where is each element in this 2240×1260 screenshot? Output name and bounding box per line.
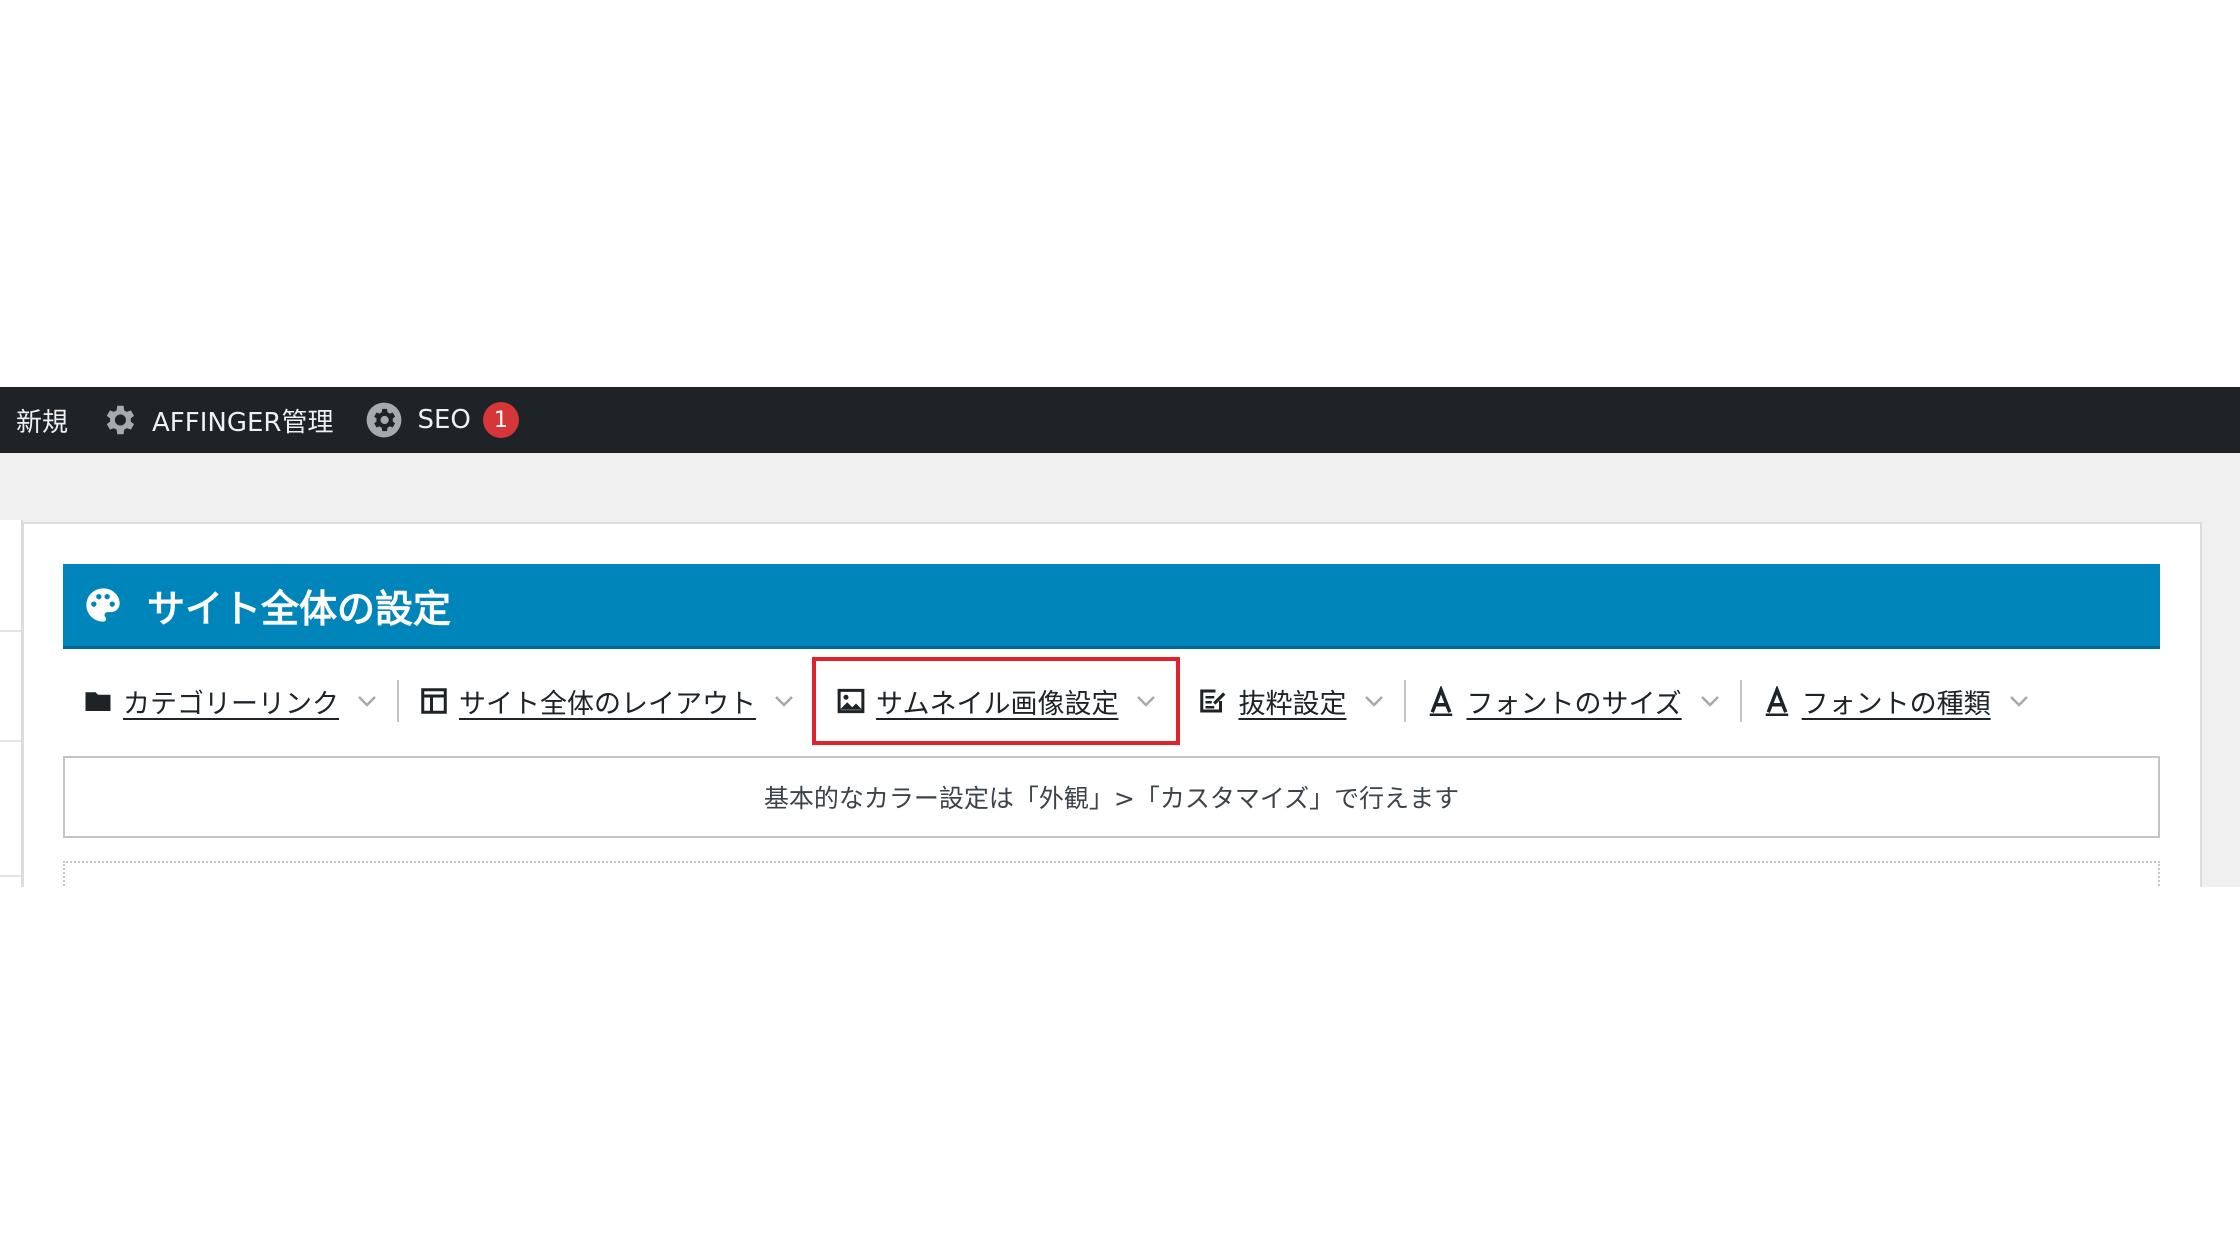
tab-label: サムネイル画像設定: [876, 688, 1119, 720]
tab-font-family[interactable]: フォントの種類: [1742, 661, 2049, 741]
tab-label: フォントのサイズ: [1466, 688, 1682, 720]
settings-tabs: カテゴリーリンク サイト全体のレイアウト サムネイル画像設定 抜粋設定 フォント…: [63, 646, 2160, 756]
notice-text: 基本的なカラー設定は「外観」>「カスタマイズ」で行えます: [763, 784, 1460, 813]
tab-font-size[interactable]: フォントのサイズ: [1406, 661, 1739, 741]
tab-excerpt-settings[interactable]: 抜粋設定: [1178, 661, 1404, 741]
seo-gear-icon: [367, 402, 402, 438]
notification-badge: 1: [482, 402, 519, 438]
palette-icon: [86, 588, 120, 622]
folder-icon: [85, 692, 111, 711]
admin-bar-affinger[interactable]: AFFINGER管理: [84, 387, 349, 453]
sidebar-divider: [0, 875, 21, 877]
sidebar-strip: [0, 520, 23, 887]
color-settings-notice: 基本的なカラー設定は「外観」>「カスタマイズ」で行えます: [63, 756, 2160, 838]
admin-bar-new-label: 新規: [16, 407, 69, 438]
admin-bar-new[interactable]: 新規: [0, 387, 84, 453]
tab-thumbnail-settings[interactable]: サムネイル画像設定: [811, 657, 1181, 745]
font-icon: [1430, 686, 1453, 716]
sidebar-divider: [0, 630, 21, 632]
admin-bar: 新規 AFFINGER管理 SEO 1: [0, 387, 2240, 453]
excerpt-icon: [1200, 689, 1226, 713]
admin-bar-affinger-label: AFFINGER管理: [152, 407, 334, 438]
tab-label: カテゴリーリンク: [123, 688, 339, 720]
gear-icon: [106, 405, 135, 435]
tab-category-link[interactable]: カテゴリーリンク: [63, 661, 397, 741]
font-icon: [1765, 686, 1788, 716]
chevron-down-icon: [2009, 696, 2028, 707]
chevron-down-icon: [1137, 696, 1156, 707]
panel-title: サイト全体の設定: [147, 586, 452, 631]
tab-label: サイト全体のレイアウト: [459, 688, 756, 720]
chevron-down-icon: [1700, 696, 1719, 707]
admin-bar-seo-label: SEO: [417, 405, 471, 435]
panel-title-bar: サイト全体の設定: [63, 564, 2160, 646]
chevron-down-icon: [358, 696, 376, 707]
tab-label: フォントの種類: [1801, 688, 1991, 720]
layout-icon: [421, 688, 447, 714]
chevron-down-icon: [1365, 696, 1384, 707]
chevron-down-icon: [775, 696, 793, 707]
settings-panel: サイト全体の設定 カテゴリーリンク サイト全体のレイアウト サムネイル画像設定 …: [22, 522, 2202, 887]
screenshot-area: 新規 AFFINGER管理 SEO 1 サイト全体の設定 カテゴリーリンク サイ…: [0, 387, 2240, 887]
sidebar-divider: [0, 740, 21, 742]
tab-label: 抜粋設定: [1238, 688, 1347, 720]
image-icon: [837, 688, 865, 714]
settings-content-area: [63, 861, 2160, 887]
admin-bar-seo[interactable]: SEO 1: [349, 387, 534, 453]
tab-site-layout[interactable]: サイト全体のレイアウト: [399, 661, 814, 741]
